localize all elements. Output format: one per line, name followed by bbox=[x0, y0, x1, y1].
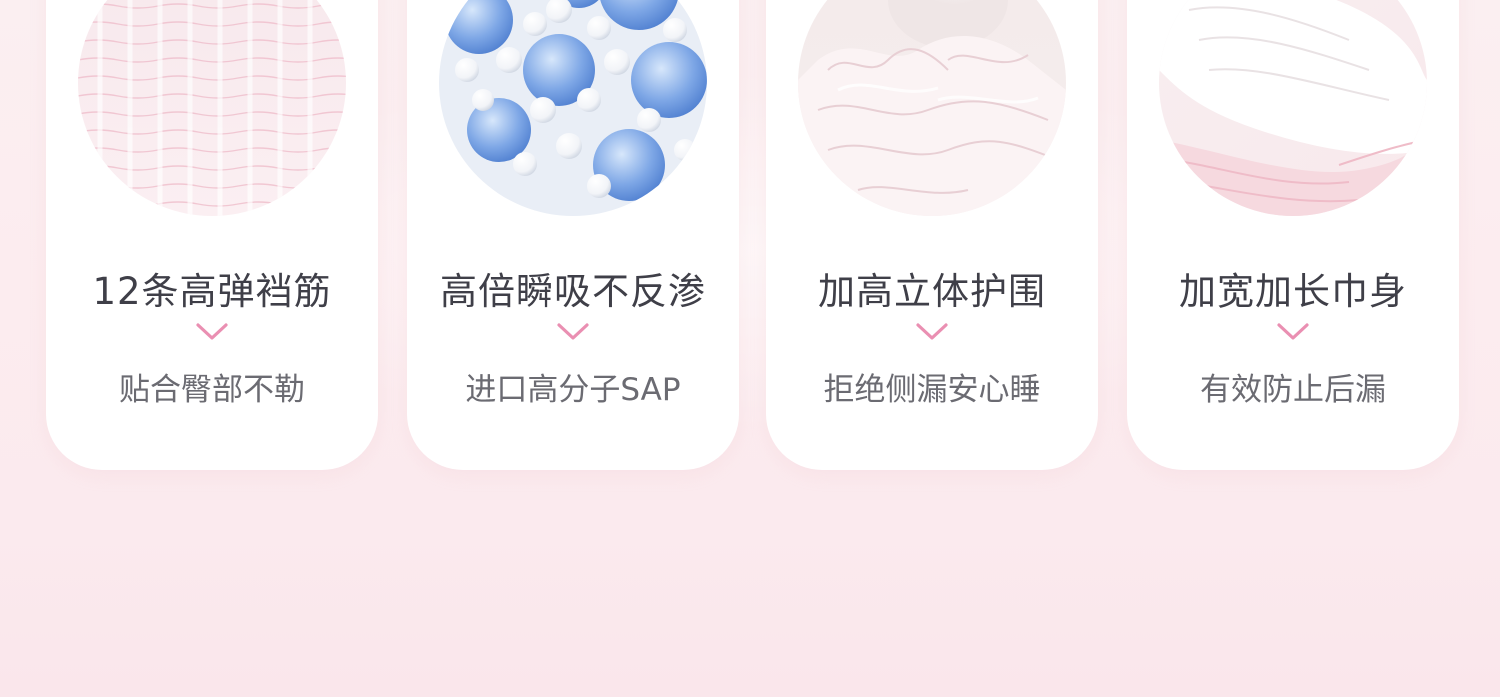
feature-subtitle: 进口高分子SAP bbox=[465, 372, 681, 408]
feature-card-sap-absorption: 高倍瞬吸不反渗 进口高分子SAP bbox=[407, 0, 739, 470]
sap-beads-photo bbox=[439, 0, 707, 216]
feature-title: 加宽加长巾身 bbox=[1179, 270, 1407, 313]
feature-title: 加高立体护围 bbox=[818, 270, 1046, 313]
raised-side-guards-photo bbox=[798, 0, 1066, 216]
feature-card-wide-long: 加宽加长巾身 有效防止后漏 bbox=[1127, 0, 1459, 470]
wide-long-pad-photo bbox=[1159, 0, 1427, 216]
feature-title: 高倍瞬吸不反渗 bbox=[440, 270, 706, 313]
feature-card-side-guards: 加高立体护围 拒绝侧漏安心睡 bbox=[766, 0, 1098, 470]
feature-subtitle: 拒绝侧漏安心睡 bbox=[823, 372, 1041, 408]
chevron-down-icon bbox=[557, 323, 589, 340]
feature-subtitle: 贴合臀部不勒 bbox=[119, 372, 305, 408]
chevron-down-icon bbox=[1277, 323, 1309, 340]
feature-card-elastic-cuffs: 12条高弹裆筋 贴合臀部不勒 bbox=[46, 0, 378, 470]
feature-cards: 12条高弹裆筋 贴合臀部不勒 高倍瞬吸不反渗 进口高分子SAP 加高立体护围 拒… bbox=[0, 0, 1500, 480]
chevron-down-icon bbox=[196, 323, 228, 340]
chevron-down-icon bbox=[916, 323, 948, 340]
feature-title: 12条高弹裆筋 bbox=[92, 270, 332, 313]
feature-subtitle: 有效防止后漏 bbox=[1200, 372, 1386, 408]
elastic-leg-cuffs-photo bbox=[78, 0, 346, 216]
